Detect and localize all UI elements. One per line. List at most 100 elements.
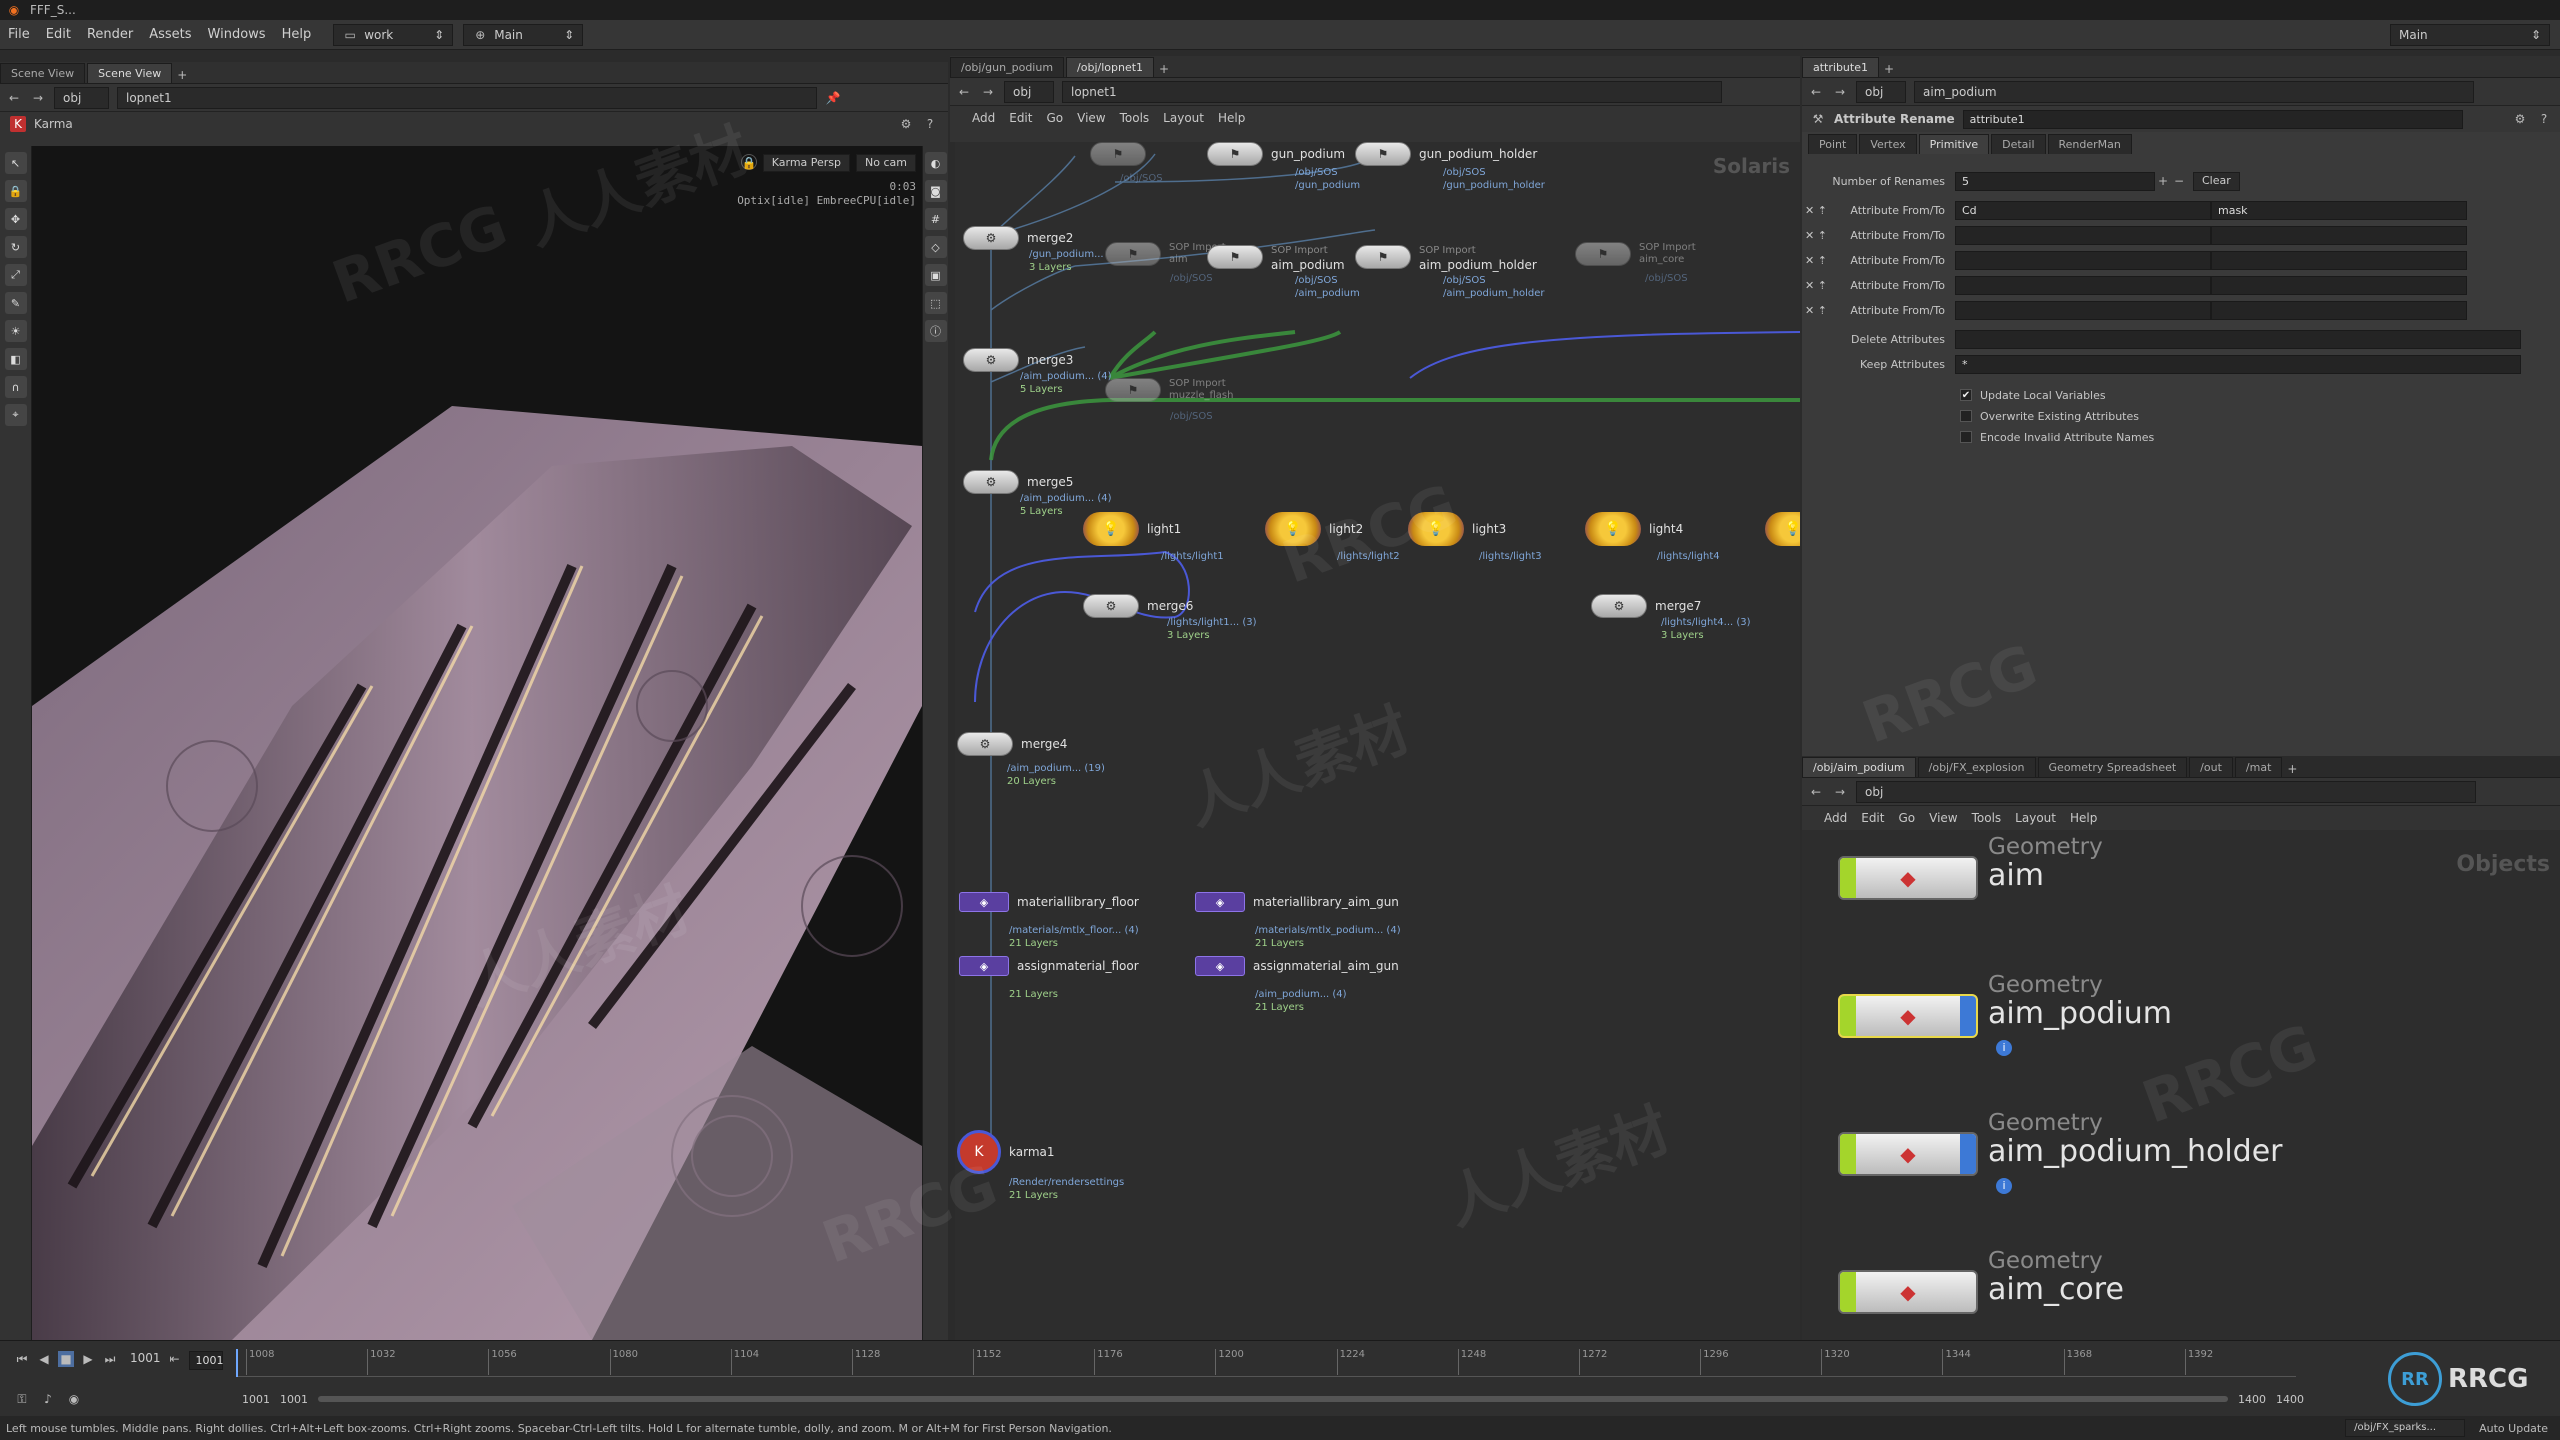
render-region-icon[interactable]: ⬚	[924, 292, 947, 314]
camera-icon[interactable]: ◙	[924, 180, 947, 202]
realtime-icon[interactable]: ◉	[66, 1391, 82, 1407]
row-controls[interactable]: ✕ ⇡	[1805, 254, 1835, 267]
node-aim-podium-holder[interactable]: ⚑ SOP Import aim_podium_holder	[1355, 242, 1537, 272]
back-icon[interactable]: ←	[956, 84, 972, 100]
net-menu-help[interactable]: Help	[1218, 111, 1245, 125]
path-aim-podium[interactable]: aim_podium	[1914, 80, 2474, 103]
back-icon[interactable]: ←	[1808, 84, 1824, 100]
tab-attribute1[interactable]: attribute1	[1802, 57, 1879, 77]
display-options-icon[interactable]: ◐	[924, 152, 947, 174]
rename-to-1[interactable]: mask	[2211, 200, 2467, 220]
menu-assets[interactable]: Assets	[141, 27, 199, 42]
row-controls[interactable]: ✕ ⇡	[1805, 304, 1835, 317]
stop-icon[interactable]: ■	[58, 1351, 74, 1367]
path-lopnet[interactable]: lopnet1	[117, 86, 817, 109]
auto-update-label[interactable]: Auto Update	[2479, 1422, 2548, 1435]
tab-geometry-spreadsheet[interactable]: Geometry Spreadsheet	[2037, 757, 2188, 777]
node-merge5[interactable]: ⚙ merge5	[963, 470, 1073, 494]
rename-to-5[interactable]	[2211, 300, 2467, 320]
gear-icon[interactable]: ⚙	[2512, 111, 2528, 127]
tab-out[interactable]: /out	[2189, 757, 2233, 777]
clear-button[interactable]: Clear	[2193, 171, 2240, 191]
overwrite-existing-row[interactable]: Overwrite Existing Attributes	[1960, 405, 2139, 427]
subtab-vertex[interactable]: Vertex	[1859, 134, 1917, 154]
node-aim-podium[interactable]: ⚑ SOP Import aim_podium	[1207, 242, 1345, 272]
node-assignmaterial-floor[interactable]: ◈ assignmaterial_floor	[959, 956, 1139, 976]
magnet-icon[interactable]: ∩	[4, 376, 27, 398]
range-end[interactable]: 1400	[2238, 1393, 2266, 1406]
rename-from-2[interactable]	[1955, 225, 2211, 245]
node-materiallibrary-floor[interactable]: ◈ materiallibrary_floor	[959, 892, 1139, 912]
range-slider[interactable]	[318, 1396, 2228, 1402]
rename-from-5[interactable]	[1955, 300, 2211, 320]
subtab-point[interactable]: Point	[1808, 134, 1858, 154]
add-tab-icon[interactable]: +	[2284, 761, 2300, 777]
range-end2[interactable]: 1400	[2276, 1393, 2304, 1406]
node-merge4[interactable]: ⚙ merge4	[957, 732, 1067, 756]
help-icon[interactable]: ?	[922, 116, 938, 132]
rename-from-4[interactable]	[1955, 275, 2211, 295]
node-sop-import-gun[interactable]: ⚑	[1090, 142, 1146, 166]
rename-to-2[interactable]	[2211, 225, 2467, 245]
main-selector[interactable]: ⊕ Main ⇕	[463, 23, 584, 46]
obj-node-aim-podium-holder[interactable]: ◆	[1838, 1132, 1978, 1176]
info-badge-icon[interactable]: i	[1996, 1178, 2012, 1194]
net-menu-add[interactable]: Add	[972, 111, 995, 125]
obj-menu-help[interactable]: Help	[2070, 811, 2097, 825]
camera-lock-icon[interactable]: 🔒	[740, 154, 757, 170]
back-icon[interactable]: ←	[6, 90, 22, 106]
subtab-primitive[interactable]: Primitive	[1918, 134, 1990, 154]
lock-icon[interactable]: 🔒	[4, 180, 27, 202]
obj-node-aim-podium[interactable]: ◆	[1838, 994, 1978, 1038]
obj-menu-tools[interactable]: Tools	[1972, 811, 2002, 825]
net-menu-edit[interactable]: Edit	[1009, 111, 1032, 125]
rename-to-3[interactable]	[2211, 250, 2467, 270]
tab-gun-podium[interactable]: /obj/gun_podium	[950, 57, 1065, 77]
menu-help[interactable]: Help	[274, 27, 320, 42]
node-light3[interactable]: 💡 light3	[1408, 512, 1506, 546]
transform-icon[interactable]: ✥	[4, 208, 27, 230]
row-controls[interactable]: ✕ ⇡	[1805, 279, 1835, 292]
forward-icon[interactable]: →	[30, 90, 46, 106]
play-reverse-icon[interactable]: ◀	[36, 1351, 52, 1367]
menu-file[interactable]: File	[0, 27, 38, 42]
node-light2[interactable]: 💡 light2	[1265, 512, 1363, 546]
obj-menu-go[interactable]: Go	[1898, 811, 1915, 825]
key-tool-icon[interactable]: ⚿	[14, 1391, 30, 1407]
handle-icon[interactable]: ✎	[4, 292, 27, 314]
node-aim-core[interactable]: ⚑ SOP Import aim_core	[1575, 242, 1696, 266]
path-obj[interactable]: obj	[54, 86, 109, 109]
node-gun-podium-holder[interactable]: ⚑ gun_podium_holder	[1355, 142, 1537, 166]
pin-icon[interactable]: 📌	[825, 90, 841, 106]
obj-menu-view[interactable]: View	[1929, 811, 1957, 825]
rotate-icon[interactable]: ↻	[4, 236, 27, 258]
viewport[interactable]: 🔒 Karma Persp No cam 0:03 Optix[idle] Em…	[32, 146, 922, 1340]
playhead[interactable]	[236, 1349, 238, 1377]
frame-field[interactable]: 1001	[188, 1351, 224, 1370]
light-tool-icon[interactable]: ☀	[4, 320, 27, 342]
wireframe-icon[interactable]: ◇	[924, 236, 947, 258]
net-menu-view[interactable]: View	[1077, 111, 1105, 125]
node-name-field[interactable]: attribute1	[1962, 109, 2463, 129]
step-icon[interactable]: ⇤	[167, 1351, 183, 1367]
path-obj[interactable]: obj	[1856, 80, 1906, 103]
rename-to-4[interactable]	[2211, 275, 2467, 295]
rename-from-1[interactable]: Cd	[1955, 200, 2211, 220]
menu-windows[interactable]: Windows	[200, 27, 274, 42]
node-merge6[interactable]: ⚙ merge6	[1083, 594, 1193, 618]
net-menu-go[interactable]: Go	[1046, 111, 1063, 125]
minus-icon[interactable]: −	[2171, 173, 2187, 189]
node-merge2[interactable]: ⚙ merge2	[963, 226, 1073, 250]
net-menu-tools[interactable]: Tools	[1120, 111, 1150, 125]
obj-menu-edit[interactable]: Edit	[1861, 811, 1884, 825]
node-materiallibrary-aim-gun[interactable]: ◈ materiallibrary_aim_gun	[1195, 892, 1399, 912]
tab-mat[interactable]: /mat	[2234, 757, 2283, 777]
camera-menu[interactable]: Karma Persp	[762, 154, 851, 172]
update-local-variables-row[interactable]: ✔ Update Local Variables	[1960, 384, 2106, 406]
num-renames-field[interactable]: 5	[1955, 171, 2155, 191]
net-menu-layout[interactable]: Layout	[1163, 111, 1204, 125]
node-light4[interactable]: 💡 light4	[1585, 512, 1683, 546]
path-obj[interactable]: obj	[1004, 80, 1054, 103]
audio-icon[interactable]: ♪	[40, 1391, 56, 1407]
info-icon[interactable]: ⓘ	[924, 320, 947, 342]
